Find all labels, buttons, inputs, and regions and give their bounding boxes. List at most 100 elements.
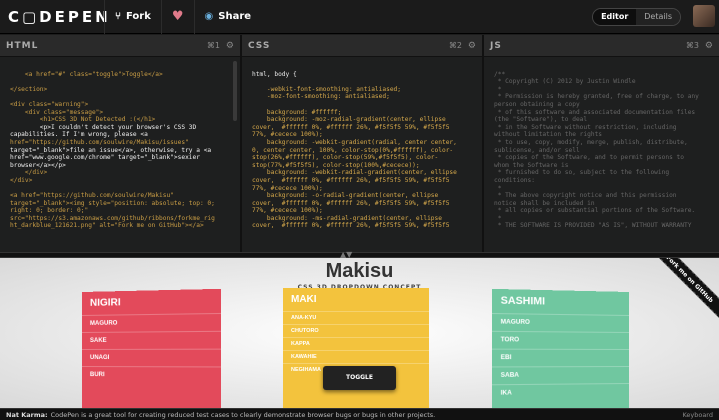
code-line: src="https://s3.amazonaws.com/github/rib… [10,214,215,222]
list-item[interactable]: IKA [491,383,629,403]
code-line: cover, #ffffff 0%, #ffffff 26%, #f5f5f5 … [252,176,450,184]
code-line: html, body { [252,70,297,78]
code-line: 77%, #cecece 100%); [252,131,323,139]
editors-area: HTML ⌘1 ⚙ <a href="#" class="toggle">Tog… [0,35,719,252]
top-bar: C▢DEPEN ⑂ Fork ♥ ◉ Share Editor Details [0,0,719,34]
code-line: background: -webkit-gradient(radial, cen… [252,138,457,146]
code-line: <a href="https://github.com/soulwire/Mak… [10,192,174,200]
share-button[interactable]: ◉ Share [193,0,262,34]
code-line: * [494,214,502,222]
code-line: </section> [10,85,48,93]
list-item[interactable]: MAGURO [82,312,222,332]
code-line: background: -ms-radial-gradient(center, … [252,214,442,222]
code-line: target="_blank">file an issue</a>, other… [10,146,212,154]
html-scrollbar[interactable] [233,61,237,121]
code-line: cover, #ffffff 0%, #ffffff 26%, #f5f5f5 … [252,123,450,131]
code-line: <div class="message"> [10,108,104,116]
code-line: * all copies or substantial portions of … [494,207,696,215]
gear-icon[interactable]: ⚙ [705,41,713,51]
list-item[interactable]: BURI [82,366,222,385]
fork-icon: ⑂ [115,11,121,22]
code-line: browser</a></p> [10,161,66,169]
list-item[interactable]: KAPPA [283,337,429,350]
list-item[interactable]: CHUTORO [283,324,429,337]
code-line: * THE SOFTWARE IS PROVIDED "AS IS", WITH… [494,222,692,230]
view-editor-tab[interactable]: Editor [593,9,637,25]
fork-button[interactable]: ⑂ Fork [104,0,161,34]
view-details-tab[interactable]: Details [636,9,680,25]
column-head: MAKI [291,294,317,305]
list-item[interactable]: ANA-KYU [283,311,429,324]
code-line: * furnished to do so, subject to the fol… [494,169,670,177]
code-line: stop(26%,#ffffff), color-stop(59%,#f5f5f… [252,154,439,162]
code-line: person obtaining a copy [494,100,580,108]
code-line: * Copyright (C) 2012 by Justin Windle [494,78,636,86]
code-line: href="https://github.com/soulwire/Makisu… [10,138,189,146]
footer-author[interactable]: Nat Karma: [6,411,48,419]
html-pane-header: HTML ⌘1 ⚙ [0,35,240,57]
code-line: <div class="warning"> [10,100,89,108]
heart-button[interactable]: ♥ [160,0,194,34]
list-item[interactable]: SABA [491,366,629,385]
codepen-logo[interactable]: C▢DEPEN [0,8,108,26]
code-line: ht_darkblue_121621.png" alt="Fork me on … [10,222,204,230]
toggle-button[interactable]: TOGGLE [323,366,396,390]
list-item[interactable]: EBI [491,348,629,367]
css-editor[interactable]: html, body { -webkit-font-smoothing: ant… [242,57,482,230]
js-shortcut: ⌘3 [685,41,699,50]
code-line: * to use, copy, modify, merge, publish, … [494,138,688,146]
code-line: <p>I couldn't detect your browser's CSS … [10,123,197,131]
js-pane-title: JS [490,40,502,51]
code-line: 77%, #cecece 100%); [252,207,323,215]
code-line: sublicense, and/or sell [494,146,580,154]
code-line: * in the Software without restriction, i… [494,123,677,131]
gear-icon[interactable]: ⚙ [226,41,234,51]
js-pane: JS ⌘3 ⚙ /** * Copyright (C) 2012 by Just… [484,35,719,252]
heart-icon: ♥ [171,9,184,24]
code-line: /** [494,70,506,78]
js-editor[interactable]: /** * Copyright (C) 2012 by Justin Windl… [484,57,719,230]
share-icon: ◉ [204,11,214,22]
list-item[interactable]: KAWAHIE [283,350,429,363]
fork-label: Fork [126,11,151,22]
gear-icon[interactable]: ⚙ [468,41,476,51]
avatar[interactable] [693,5,715,27]
list-item[interactable]: UNAGI [82,348,222,367]
code-line: -webkit-font-smoothing: antialiased; [252,85,402,93]
css-pane: CSS ⌘2 ⚙ html, body { -webkit-font-smoot… [242,35,484,252]
code-line: * [494,184,502,192]
share-label: Share [218,11,252,22]
code-line: * The above copyright notice and this pe… [494,192,677,200]
code-line: conditions: [494,176,535,184]
column-head: NIGIRI [89,297,121,309]
code-line: <h1>CSS 3D Not Detected :(</h1> [10,116,156,124]
css-pane-header: CSS ⌘2 ⚙ [242,35,482,57]
code-line: notice shall be included in [494,199,595,207]
code-line: stop(77%,#f5f5f5), color-stop(100%,#cece… [252,161,420,169]
code-line: 77%, #cecece 100%); [252,184,323,192]
menu-column-sashimi: SASHIMI MAGURO TORO EBI SABA IKA [491,288,629,408]
html-pane-title: HTML [6,40,39,51]
code-line: background: -moz-radial-gradient(center,… [252,116,446,124]
code-line: href="www.google.com/chrome" target="_bl… [10,154,200,162]
code-line: whom the Software is [494,161,569,169]
preview-title: Makisu [325,260,394,282]
code-line: capabilities. If I'm wrong, please <a [10,131,148,139]
code-line: target="_blank"><img style="position: ab… [10,199,215,207]
html-editor[interactable]: <a href="#" class="toggle">Toggle</a> </… [0,57,240,230]
footer-bar: Nat Karma: CodePen is a great tool for c… [0,408,719,420]
code-line: 0, center center, 100%, color-stop(0%,#f… [252,146,454,154]
code-line: (the "Software"), to deal [494,116,588,124]
keyboard-link[interactable]: Keyboard [682,411,713,419]
list-item[interactable]: TORO [491,330,629,349]
css-pane-title: CSS [248,40,271,51]
code-line: cover, #ffffff 0%, #ffffff 26%, #f5f5f5 … [252,222,450,230]
list-item[interactable]: MAGURO [491,312,629,332]
list-item[interactable]: SAKE [82,330,222,349]
